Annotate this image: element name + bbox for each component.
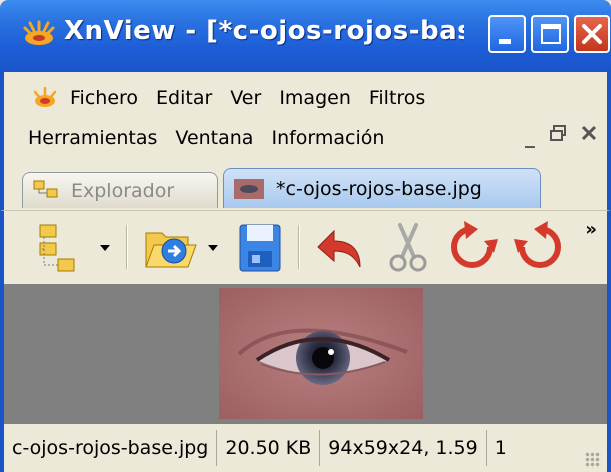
tab-bar: Explorador *c-ojos-rojos-base.jpg bbox=[0, 164, 611, 210]
undo-icon[interactable] bbox=[314, 219, 370, 275]
close-button[interactable] bbox=[574, 15, 610, 53]
cut-icon[interactable] bbox=[380, 219, 436, 275]
minimize-button[interactable] bbox=[488, 15, 526, 53]
status-dimensions: 94x59x24, 1.59 bbox=[320, 430, 487, 466]
tab-explorador[interactable]: Explorador bbox=[22, 172, 218, 208]
tab-image-file[interactable]: *c-ojos-rojos-base.jpg bbox=[223, 168, 541, 208]
window-title: XnView - [*c-ojos-rojos-bas... bbox=[64, 16, 464, 46]
tab-explorador-label: Explorador bbox=[71, 179, 175, 202]
minimize-icon bbox=[499, 39, 511, 44]
tab-image-file-label: *c-ojos-rojos-base.jpg bbox=[276, 177, 482, 200]
menu-ver[interactable]: Ver bbox=[230, 87, 261, 109]
rotate-left-icon[interactable] bbox=[444, 219, 500, 275]
menu-row-1: Fichero Editar Ver Imagen Filtros bbox=[4, 76, 425, 120]
menu-herramientas[interactable]: Herramientas bbox=[28, 127, 157, 149]
menu-informacion[interactable]: Información bbox=[271, 127, 384, 149]
open-dropdown-arrow[interactable] bbox=[208, 245, 218, 251]
browse-dropdown-arrow[interactable] bbox=[100, 245, 110, 251]
title-bar[interactable]: XnView - [*c-ojos-rojos-bas... bbox=[0, 0, 611, 72]
image-thumbnail-icon bbox=[234, 178, 264, 199]
status-page: 1 bbox=[494, 437, 507, 459]
menu-ventana[interactable]: Ventana bbox=[175, 127, 253, 149]
menu-row-2: Herramientas Ventana Información bbox=[4, 116, 384, 160]
document-window-controls: _ bbox=[525, 124, 597, 148]
document-minimize-icon[interactable]: _ bbox=[525, 124, 535, 148]
rotate-right-icon[interactable] bbox=[512, 219, 568, 275]
close-icon bbox=[582, 24, 602, 44]
xnview-logo-icon bbox=[23, 20, 55, 45]
maximize-icon bbox=[541, 24, 561, 44]
status-bar: c-ojos-rojos-base.jpg 20.50 KB 94x59x24,… bbox=[0, 424, 611, 472]
document-close-icon[interactable] bbox=[581, 124, 597, 142]
save-icon[interactable] bbox=[232, 219, 288, 275]
menu-bar: Fichero Editar Ver Imagen Filtros Herram… bbox=[0, 72, 611, 164]
toolbar-separator bbox=[298, 225, 300, 269]
menu-fichero[interactable]: Fichero bbox=[70, 87, 138, 109]
resize-grip[interactable] bbox=[585, 452, 601, 468]
folder-tree-icon bbox=[33, 180, 58, 197]
toolbar-overflow-button[interactable]: » bbox=[585, 219, 597, 240]
open-file-icon[interactable] bbox=[142, 219, 198, 275]
document-restore-icon[interactable] bbox=[549, 124, 567, 142]
image-viewer[interactable] bbox=[0, 284, 611, 424]
browse-folders-icon[interactable] bbox=[32, 219, 88, 275]
maximize-button[interactable] bbox=[531, 15, 569, 53]
status-filename: c-ojos-rojos-base.jpg bbox=[4, 430, 218, 466]
menu-editar[interactable]: Editar bbox=[156, 87, 212, 109]
toolbar-separator bbox=[126, 225, 128, 269]
menu-filtros[interactable]: Filtros bbox=[369, 87, 425, 109]
menu-imagen[interactable]: Imagen bbox=[279, 87, 351, 109]
toolbar: » bbox=[0, 210, 611, 284]
eye-photo bbox=[219, 288, 423, 419]
document-app-icon[interactable] bbox=[32, 85, 58, 111]
status-filesize: 20.50 KB bbox=[217, 430, 321, 466]
